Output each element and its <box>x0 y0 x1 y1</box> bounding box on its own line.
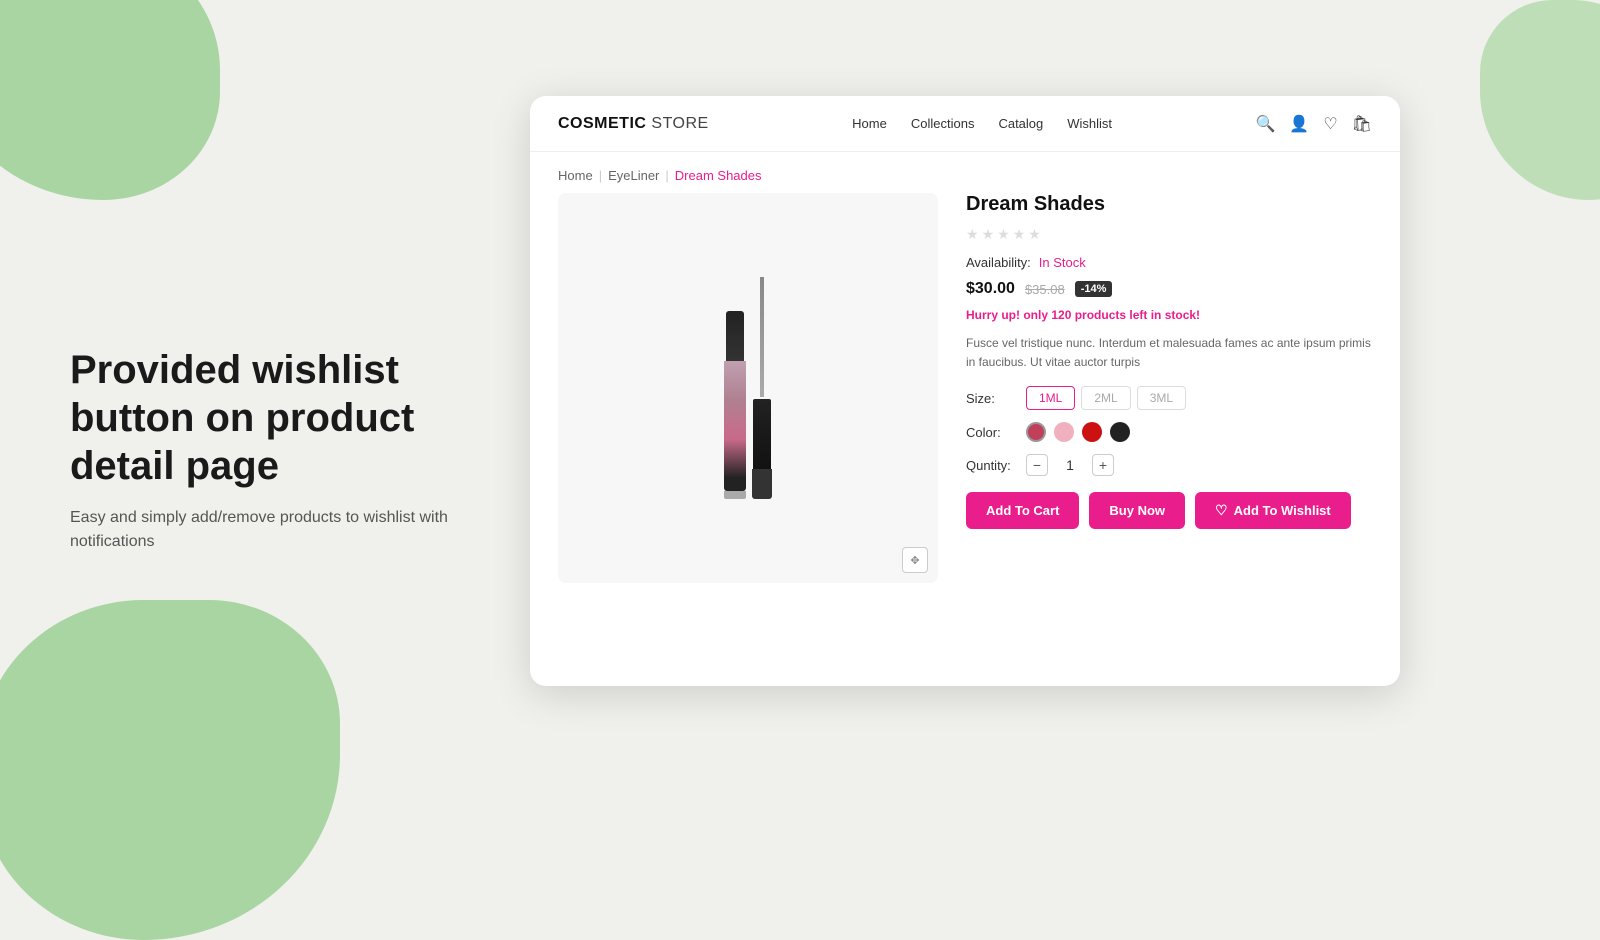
nav-catalog[interactable]: Catalog <box>998 116 1043 131</box>
size-label: Size: <box>966 391 1016 406</box>
price-row: $30.00 $35.08 -14% <box>966 280 1372 298</box>
user-icon[interactable]: 👤 <box>1289 114 1309 134</box>
product-image-container: ✥ <box>558 193 938 583</box>
size-2ml[interactable]: 2ML <box>1081 386 1130 410</box>
expand-icon[interactable]: ✥ <box>902 547 928 573</box>
product-title: Dream Shades <box>966 193 1372 216</box>
hurry-text: Hurry up! only 120 products left in stoc… <box>966 308 1372 322</box>
star-1: ★ <box>966 226 979 243</box>
availability-value: In Stock <box>1039 255 1086 270</box>
cart-icon[interactable]: 🛍 <box>1352 114 1372 134</box>
size-1ml[interactable]: 1ML <box>1026 386 1075 410</box>
add-to-cart-button[interactable]: Add To Cart <box>966 492 1079 529</box>
quantity-minus-button[interactable]: − <box>1026 454 1048 476</box>
product-area: ✥ Dream Shades ★ ★ ★ ★ ★ Availability: I… <box>530 193 1400 603</box>
nav-collections[interactable]: Collections <box>911 116 975 131</box>
quantity-value: 1 <box>1060 457 1080 473</box>
logo-bold: COSMETIC <box>558 115 646 132</box>
availability-row: Availability: In Stock <box>966 255 1372 270</box>
quantity-control: − 1 + <box>1026 454 1114 476</box>
size-option-row: Size: 1ML 2ML 3ML <box>966 386 1372 410</box>
product-image <box>724 277 772 499</box>
action-buttons: Add To Cart Buy Now ♡ Add To Wishlist <box>966 492 1372 529</box>
rating-stars: ★ ★ ★ ★ ★ <box>966 226 1372 243</box>
breadcrumb-current: Dream Shades <box>675 168 762 183</box>
breadcrumb-home[interactable]: Home <box>558 168 593 183</box>
lipgloss-cap <box>726 311 744 361</box>
color-option-row: Color: <box>966 422 1372 442</box>
breadcrumb-sep-2: | <box>665 168 668 183</box>
nav-icon-group: 🔍 👤 ♡ 🛍 <box>1255 114 1372 134</box>
lipgloss-wand-cap <box>753 399 771 469</box>
nav-wishlist[interactable]: Wishlist <box>1067 116 1112 131</box>
lipgloss-wand-2 <box>752 277 772 499</box>
site-logo: COSMETIC STORE <box>558 115 709 133</box>
lipgloss-wand-body <box>752 469 772 499</box>
size-buttons: 1ML 2ML 3ML <box>1026 386 1186 410</box>
hurry-suffix: products left in stock! <box>1071 308 1200 322</box>
color-swatch-4[interactable] <box>1110 422 1130 442</box>
star-4: ★ <box>1013 226 1026 243</box>
heart-icon[interactable]: ♡ <box>1323 114 1337 134</box>
quantity-option-row: Quntity: − 1 + <box>966 454 1372 476</box>
browser-window: COSMETIC STORE Home Collections Catalog … <box>530 96 1400 686</box>
discount-badge: -14% <box>1075 281 1113 297</box>
decorative-blob-top-right <box>1480 0 1600 200</box>
lipgloss-tube-1 <box>724 311 746 499</box>
quantity-plus-button[interactable]: + <box>1092 454 1114 476</box>
decorative-blob-top-left <box>0 0 220 200</box>
feature-heading: Provided wishlist button on product deta… <box>70 346 510 490</box>
nav-home[interactable]: Home <box>852 116 887 131</box>
lipgloss-body <box>724 361 746 491</box>
price-current: $30.00 <box>966 280 1015 298</box>
star-3: ★ <box>997 226 1010 243</box>
quantity-label: Quntity: <box>966 458 1016 473</box>
left-content-section: Provided wishlist button on product deta… <box>70 346 510 554</box>
color-swatches <box>1026 422 1130 442</box>
navbar: COSMETIC STORE Home Collections Catalog … <box>530 96 1400 152</box>
search-icon[interactable]: 🔍 <box>1255 114 1275 134</box>
star-5: ★ <box>1028 226 1041 243</box>
hurry-count: 120 <box>1051 308 1071 322</box>
buy-now-button[interactable]: Buy Now <box>1089 492 1185 529</box>
logo-regular: STORE <box>646 115 708 132</box>
hurry-prefix: Hurry up! only <box>966 308 1051 322</box>
color-swatch-2[interactable] <box>1054 422 1074 442</box>
star-2: ★ <box>982 226 995 243</box>
decorative-blob-bottom-left <box>0 600 340 940</box>
breadcrumb-sep-1: | <box>599 168 602 183</box>
wishlist-heart-icon: ♡ <box>1215 502 1228 519</box>
lipgloss-base <box>724 491 746 499</box>
color-swatch-1[interactable] <box>1026 422 1046 442</box>
availability-label: Availability: <box>966 255 1031 270</box>
breadcrumb-category[interactable]: EyeLiner <box>608 168 659 183</box>
lipgloss-wand <box>760 277 764 397</box>
color-label: Color: <box>966 425 1016 440</box>
nav-links: Home Collections Catalog Wishlist <box>852 116 1112 131</box>
price-original: $35.08 <box>1025 282 1065 297</box>
color-swatch-3[interactable] <box>1082 422 1102 442</box>
product-description: Fusce vel tristique nunc. Interdum et ma… <box>966 334 1372 372</box>
breadcrumb: Home | EyeLiner | Dream Shades <box>530 152 1400 193</box>
add-to-wishlist-button[interactable]: ♡ Add To Wishlist <box>1195 492 1351 529</box>
product-details: Dream Shades ★ ★ ★ ★ ★ Availability: In … <box>938 193 1372 583</box>
wishlist-button-label: Add To Wishlist <box>1234 503 1331 518</box>
feature-subtext: Easy and simply add/remove products to w… <box>70 506 510 554</box>
size-3ml[interactable]: 3ML <box>1137 386 1186 410</box>
